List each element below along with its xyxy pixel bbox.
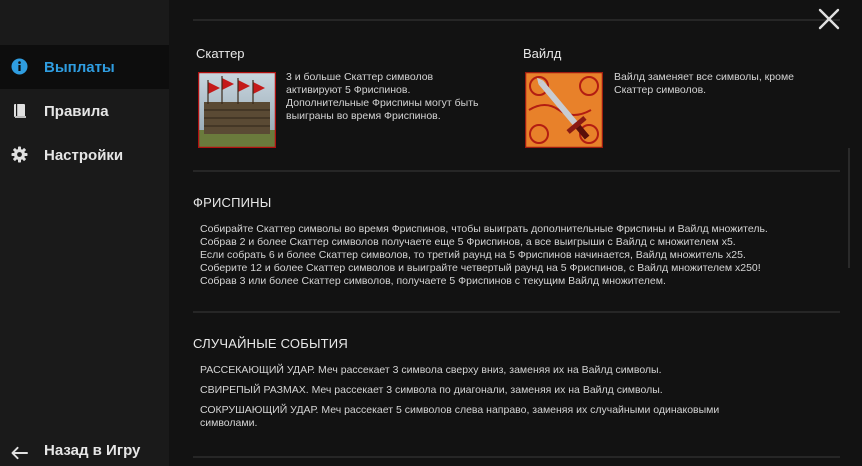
info-icon [11, 58, 28, 75]
scrollbar[interactable] [848, 148, 850, 268]
freespins-line: Собирайте Скаттер символы во время Фрисп… [200, 223, 768, 235]
freespins-line: Собрав 2 и более Скаттер символов получа… [200, 236, 736, 248]
scatter-symbol-image [197, 71, 277, 149]
event-line: СОКРУШАЮЩИЙ УДАР. Меч рассекает 5 символ… [200, 404, 720, 416]
scatter-description: 3 и больше Скаттер символов активируют 5… [286, 71, 479, 123]
freespins-title: ФРИСПИНЫ [193, 195, 272, 210]
paytable-content[interactable]: Скаттер 3 и больше Скаттер символов акти… [169, 0, 862, 466]
book-icon [11, 102, 28, 119]
back-to-game-button[interactable]: Назад в Игру [0, 436, 169, 466]
wild-symbol-image [524, 71, 604, 149]
text-line: Скаттер символов. [614, 84, 707, 96]
divider [193, 170, 840, 172]
gear-icon [11, 146, 28, 163]
sidebar-item-label: Настройки [44, 147, 124, 164]
divider [193, 456, 840, 458]
text-line: Дополнительные Фриспины могут быть [286, 97, 479, 109]
divider [193, 311, 840, 313]
text-line: Вайлд заменяет все символы, кроме [614, 71, 795, 83]
sidebar-item-label: Выплаты [44, 59, 115, 76]
event-line: символами. [200, 417, 258, 429]
event-line: СВИРЕПЫЙ РАЗМАХ. Меч рассекает 3 символа… [200, 384, 663, 396]
sidebar-item-rules[interactable]: Правила [0, 89, 169, 133]
wild-description: Вайлд заменяет все символы, кроме Скатте… [614, 71, 794, 97]
sidebar-item-settings[interactable]: Настройки [0, 133, 169, 177]
text-line: активируют 5 Фриспинов. [286, 84, 411, 96]
back-label: Назад в Игру [44, 442, 141, 459]
close-icon [818, 8, 840, 30]
text-line: 3 и больше Скаттер символов [286, 71, 434, 83]
arrow-left-icon [11, 444, 28, 461]
random-events-title: СЛУЧАЙНЫЕ СОБЫТИЯ [193, 336, 348, 351]
sidebar-item-label: Правила [44, 103, 109, 120]
close-button[interactable] [818, 8, 840, 30]
text-line: выиграны во время Фриспинов. [286, 110, 441, 122]
freespins-line: Соберите 12 и более Скаттер символов и в… [200, 262, 761, 274]
event-line: РАССЕКАЮЩИЙ УДАР. Меч рассекает 3 символ… [200, 364, 662, 376]
sidebar: Выплаты Правила Настройки Назад в Игру [0, 0, 169, 466]
freespins-line: Собрав 3 или более Скаттер символов, пол… [200, 275, 666, 287]
freespins-line: Если собрать 6 и более Скаттер символов,… [200, 249, 746, 261]
wild-title: Вайлд [523, 46, 562, 61]
divider [193, 19, 840, 21]
sidebar-item-payouts[interactable]: Выплаты [0, 45, 169, 89]
scatter-title: Скаттер [196, 46, 245, 61]
